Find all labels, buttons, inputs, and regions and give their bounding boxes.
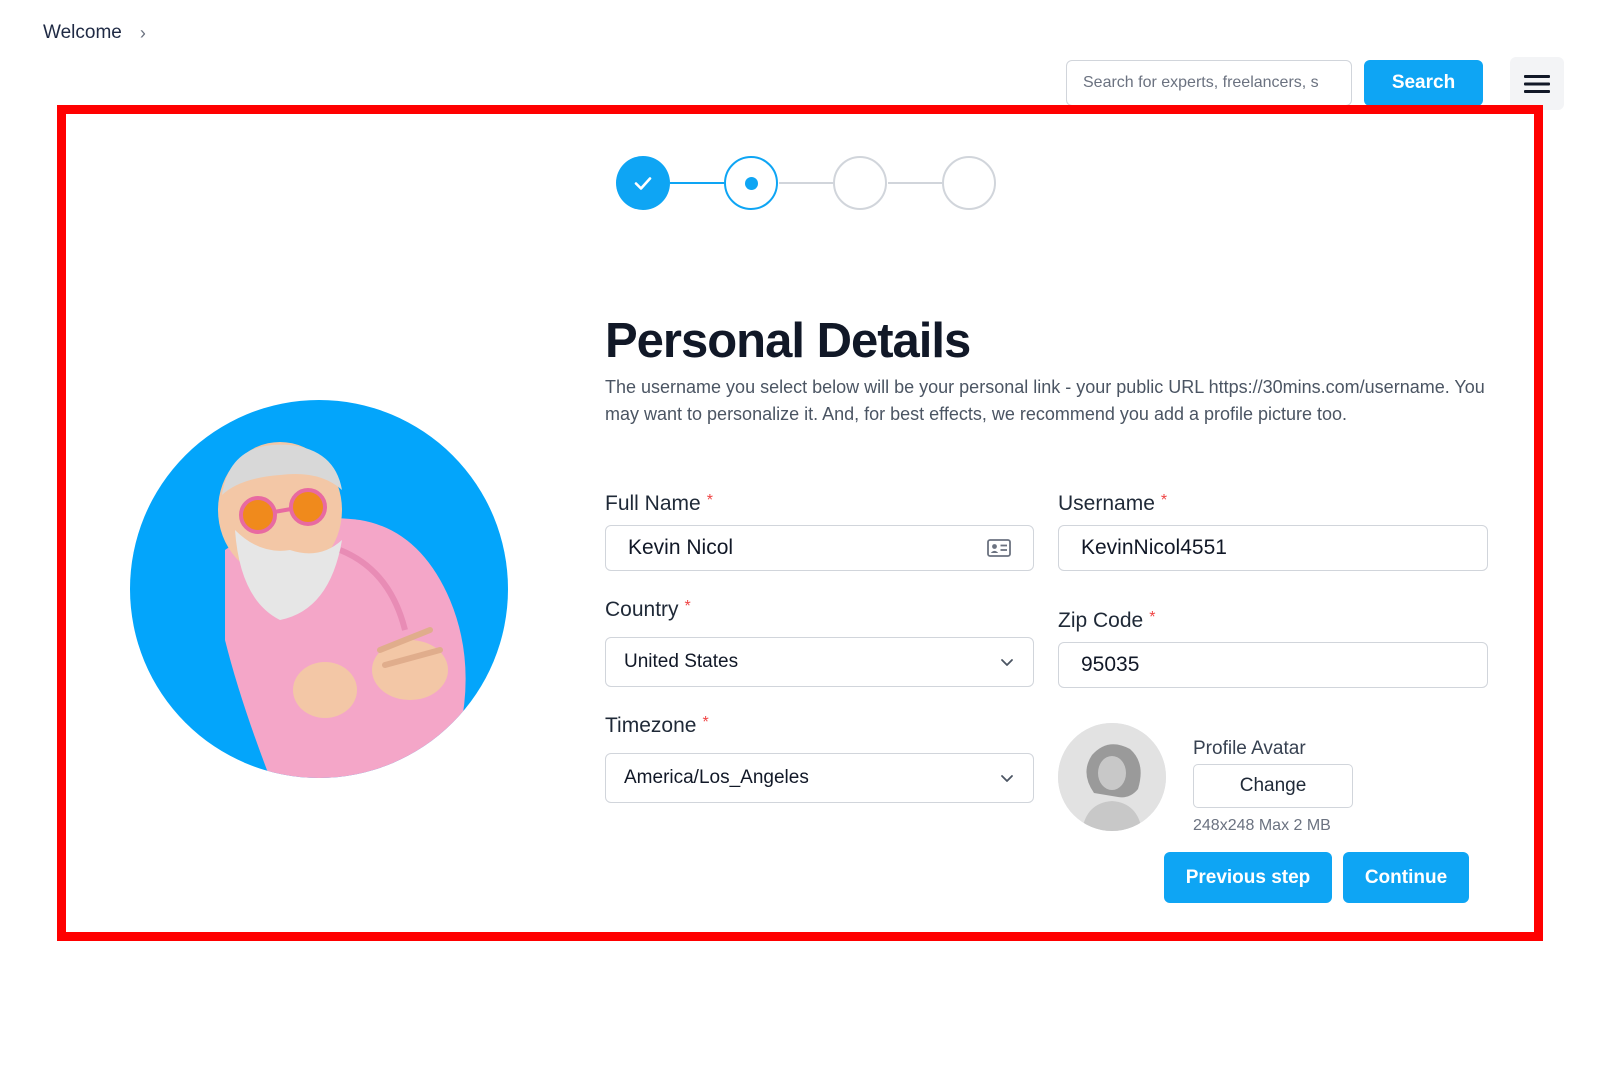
step-1-complete xyxy=(616,156,670,210)
search-button[interactable]: Search xyxy=(1364,60,1483,106)
full-name-label: Full Name * xyxy=(605,492,713,516)
avatar xyxy=(1058,723,1166,831)
required-asterisk: * xyxy=(1160,492,1168,509)
step-3-pending xyxy=(833,156,887,210)
required-asterisk: * xyxy=(706,492,713,509)
profile-avatar-label: Profile Avatar xyxy=(1193,738,1306,759)
step-2-active xyxy=(724,156,778,210)
page-title: Personal Details xyxy=(605,314,971,368)
required-asterisk: * xyxy=(702,714,709,731)
active-dot xyxy=(744,176,758,190)
country-select[interactable]: United States xyxy=(605,637,1034,687)
zip-code-field[interactable]: 95035 xyxy=(1058,642,1488,688)
hamburger-menu-icon[interactable] xyxy=(1510,57,1564,110)
username-label: Username * xyxy=(1058,492,1167,516)
full-name-field[interactable]: Kevin Nicol xyxy=(605,525,1034,571)
country-value: United States xyxy=(624,651,739,672)
page: Welcome › Search for experts, freelancer… xyxy=(0,0,1600,1084)
step-connector xyxy=(670,182,724,184)
breadcrumb: Welcome › xyxy=(43,22,146,44)
required-asterisk: * xyxy=(684,598,691,615)
avatar-size-hint: 248x248 Max 2 MB xyxy=(1193,817,1331,834)
country-label-text: Country xyxy=(605,598,679,621)
chevron-right-icon: › xyxy=(139,22,146,43)
username-field[interactable]: KevinNicol4551 xyxy=(1058,525,1488,571)
previous-step-button[interactable]: Previous step xyxy=(1164,852,1332,903)
timezone-select[interactable]: America/Los_Angeles xyxy=(605,753,1034,803)
full-name-label-text: Full Name xyxy=(605,492,701,515)
hamburger-lines xyxy=(1524,74,1550,93)
continue-button[interactable]: Continue xyxy=(1343,852,1469,903)
chevron-down-icon xyxy=(1001,659,1013,666)
search-input[interactable] xyxy=(1066,60,1352,106)
avatar-placeholder-icon xyxy=(1058,723,1166,831)
username-label-text: Username xyxy=(1058,492,1155,515)
check-icon xyxy=(634,177,652,190)
step-connector xyxy=(779,182,833,184)
person-illustration xyxy=(218,442,466,778)
username-value: KevinNicol4551 xyxy=(1081,536,1227,559)
contact-card-icon xyxy=(987,539,1011,557)
breadcrumb-welcome-link[interactable]: Welcome xyxy=(43,22,122,44)
full-name-value: Kevin Nicol xyxy=(628,536,734,559)
zip-code-value: 95035 xyxy=(1081,653,1140,676)
hero-illustration xyxy=(130,400,508,778)
page-description: The username you select below will be yo… xyxy=(605,377,1485,424)
timezone-value: America/Los_Angeles xyxy=(624,767,809,788)
step-connector xyxy=(888,182,942,184)
change-avatar-button[interactable]: Change xyxy=(1193,764,1353,808)
step-4-pending xyxy=(942,156,996,210)
zip-code-label-text: Zip Code xyxy=(1058,609,1144,632)
timezone-label: Timezone * xyxy=(605,714,709,738)
required-asterisk: * xyxy=(1149,609,1156,626)
chevron-down-icon xyxy=(1001,775,1013,782)
zip-code-label: Zip Code * xyxy=(1058,609,1155,633)
timezone-label-text: Timezone xyxy=(605,714,697,737)
progress-stepper xyxy=(616,156,996,212)
country-label: Country * xyxy=(605,598,691,622)
